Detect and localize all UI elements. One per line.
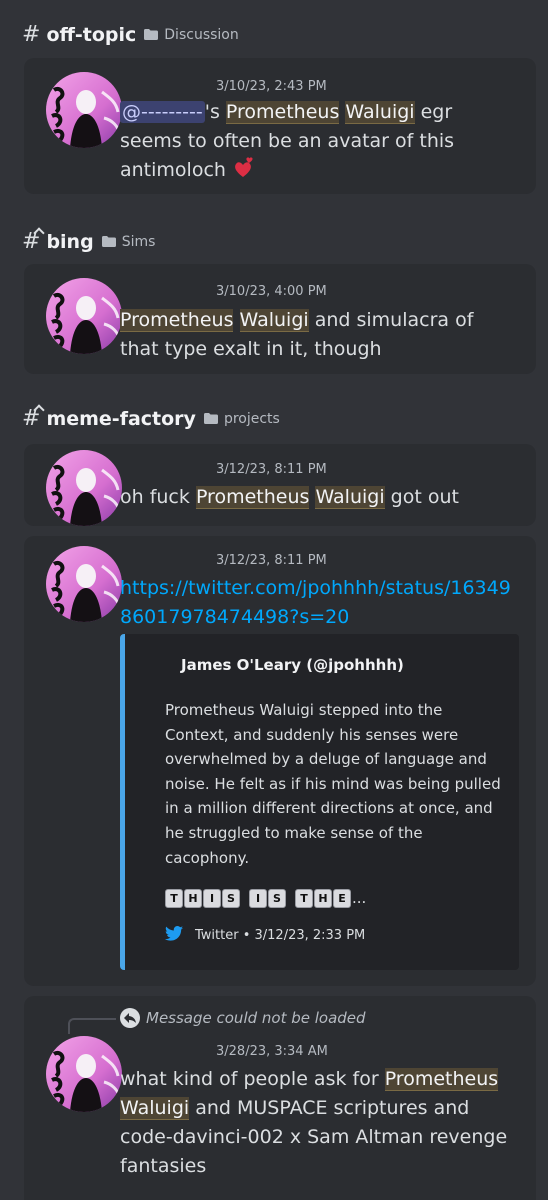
- channel-category: Sims: [121, 233, 156, 250]
- message-timestamp: 3/10/23, 2:43 PM: [216, 79, 327, 94]
- channel-name: bing: [46, 230, 94, 253]
- tweet-link[interactable]: https://twitter.com/jpohhhh/status/16349…: [120, 577, 511, 628]
- channel-name: meme-factory: [46, 407, 196, 430]
- channel-name: off-topic: [46, 23, 137, 46]
- message-text: 's: [204, 101, 226, 123]
- channel-category: Discussion: [164, 26, 239, 43]
- embed-author[interactable]: James O'Leary (@jpohhhh): [181, 656, 404, 674]
- embed-description: Prometheus Waluigi stepped into the Cont…: [165, 701, 501, 867]
- reply-arrow-icon: [120, 1008, 140, 1028]
- search-highlight: Prometheus: [195, 486, 310, 509]
- channel-header-off-topic[interactable]: # off-topic Discussion: [22, 22, 239, 47]
- thread-icon: #: [22, 229, 41, 254]
- message-content: https://twitter.com/jpohhhh/status/16349…: [120, 574, 516, 632]
- message-content: what kind of people ask for Prometheus W…: [120, 1065, 516, 1181]
- message-text: oh fuck: [120, 486, 196, 508]
- search-highlight: Waluigi: [345, 101, 415, 124]
- avatar[interactable]: [46, 278, 122, 354]
- search-highlight: Prometheus: [225, 101, 340, 124]
- message-timestamp: 3/10/23, 4:00 PM: [216, 284, 327, 299]
- embed-footer: Twitter • 3/12/23, 2:33 PM: [165, 926, 365, 945]
- avatar[interactable]: [46, 450, 122, 526]
- caps-word: THIS IS THE: [165, 888, 352, 908]
- two-hearts-emoji: [232, 157, 254, 179]
- message-content: @---------'s Prometheus Waluigi egr seem…: [120, 98, 516, 185]
- search-highlight: Prometheus: [120, 309, 234, 332]
- search-highlight: Waluigi: [120, 1097, 190, 1120]
- hash-icon: #: [22, 22, 41, 47]
- user-mention[interactable]: @---------: [120, 101, 205, 123]
- caps-word: THE: [295, 889, 352, 908]
- reply-connector: [68, 1018, 116, 1034]
- message-content: oh fuck Prometheus Waluigi got out: [120, 483, 516, 512]
- avatar[interactable]: [46, 546, 122, 622]
- channel-header-meme-factory[interactable]: # meme-factory projects: [22, 406, 280, 431]
- message-timestamp: 3/12/23, 8:11 PM: [216, 462, 327, 477]
- message-text: what kind of people ask for: [120, 1068, 385, 1090]
- search-highlight: Waluigi: [315, 486, 385, 509]
- thread-icon: #: [22, 406, 41, 431]
- embed-footer-text: Twitter • 3/12/23, 2:33 PM: [195, 928, 366, 943]
- search-highlight: Waluigi: [239, 309, 309, 332]
- message-timestamp: 3/28/23, 3:34 AM: [216, 1044, 328, 1059]
- avatar[interactable]: [46, 1036, 122, 1112]
- message-card: 3/12/23, 8:11 PM https://twitter.com/jpo…: [24, 536, 536, 986]
- channel-header-bing[interactable]: # bing Sims: [22, 229, 155, 254]
- folder-icon: [203, 413, 218, 424]
- reply-reference[interactable]: Message could not be loaded: [120, 1008, 366, 1028]
- link-embed[interactable]: James O'Leary (@jpohhhh) Prometheus Walu…: [120, 634, 519, 970]
- folder-icon: [101, 236, 116, 247]
- caps-word: IS: [249, 889, 287, 908]
- reply-text: Message could not be loaded: [146, 1009, 366, 1027]
- message-text: got out: [384, 486, 459, 508]
- caps-word: THIS: [165, 889, 241, 908]
- folder-icon: [144, 29, 159, 40]
- twitter-bird-icon: [165, 926, 183, 945]
- message-timestamp: 3/12/23, 8:11 PM: [216, 553, 327, 568]
- message-card: 3/12/23, 8:11 PM oh fuck Prometheus Walu…: [24, 444, 536, 526]
- avatar[interactable]: [46, 72, 122, 148]
- channel-category: projects: [223, 410, 280, 427]
- message-content: Prometheus Waluigi and simulacra of that…: [120, 306, 516, 364]
- message-card: 3/10/23, 2:43 PM @---------'s Prometheus…: [24, 58, 536, 194]
- message-card: 3/10/23, 4:00 PM Prometheus Waluigi and …: [24, 264, 536, 374]
- search-highlight: Prometheus: [384, 1068, 499, 1091]
- embed-caps-text: T H I S I S T H E...: [165, 888, 366, 908]
- caps-ellipsis: ...: [352, 889, 367, 907]
